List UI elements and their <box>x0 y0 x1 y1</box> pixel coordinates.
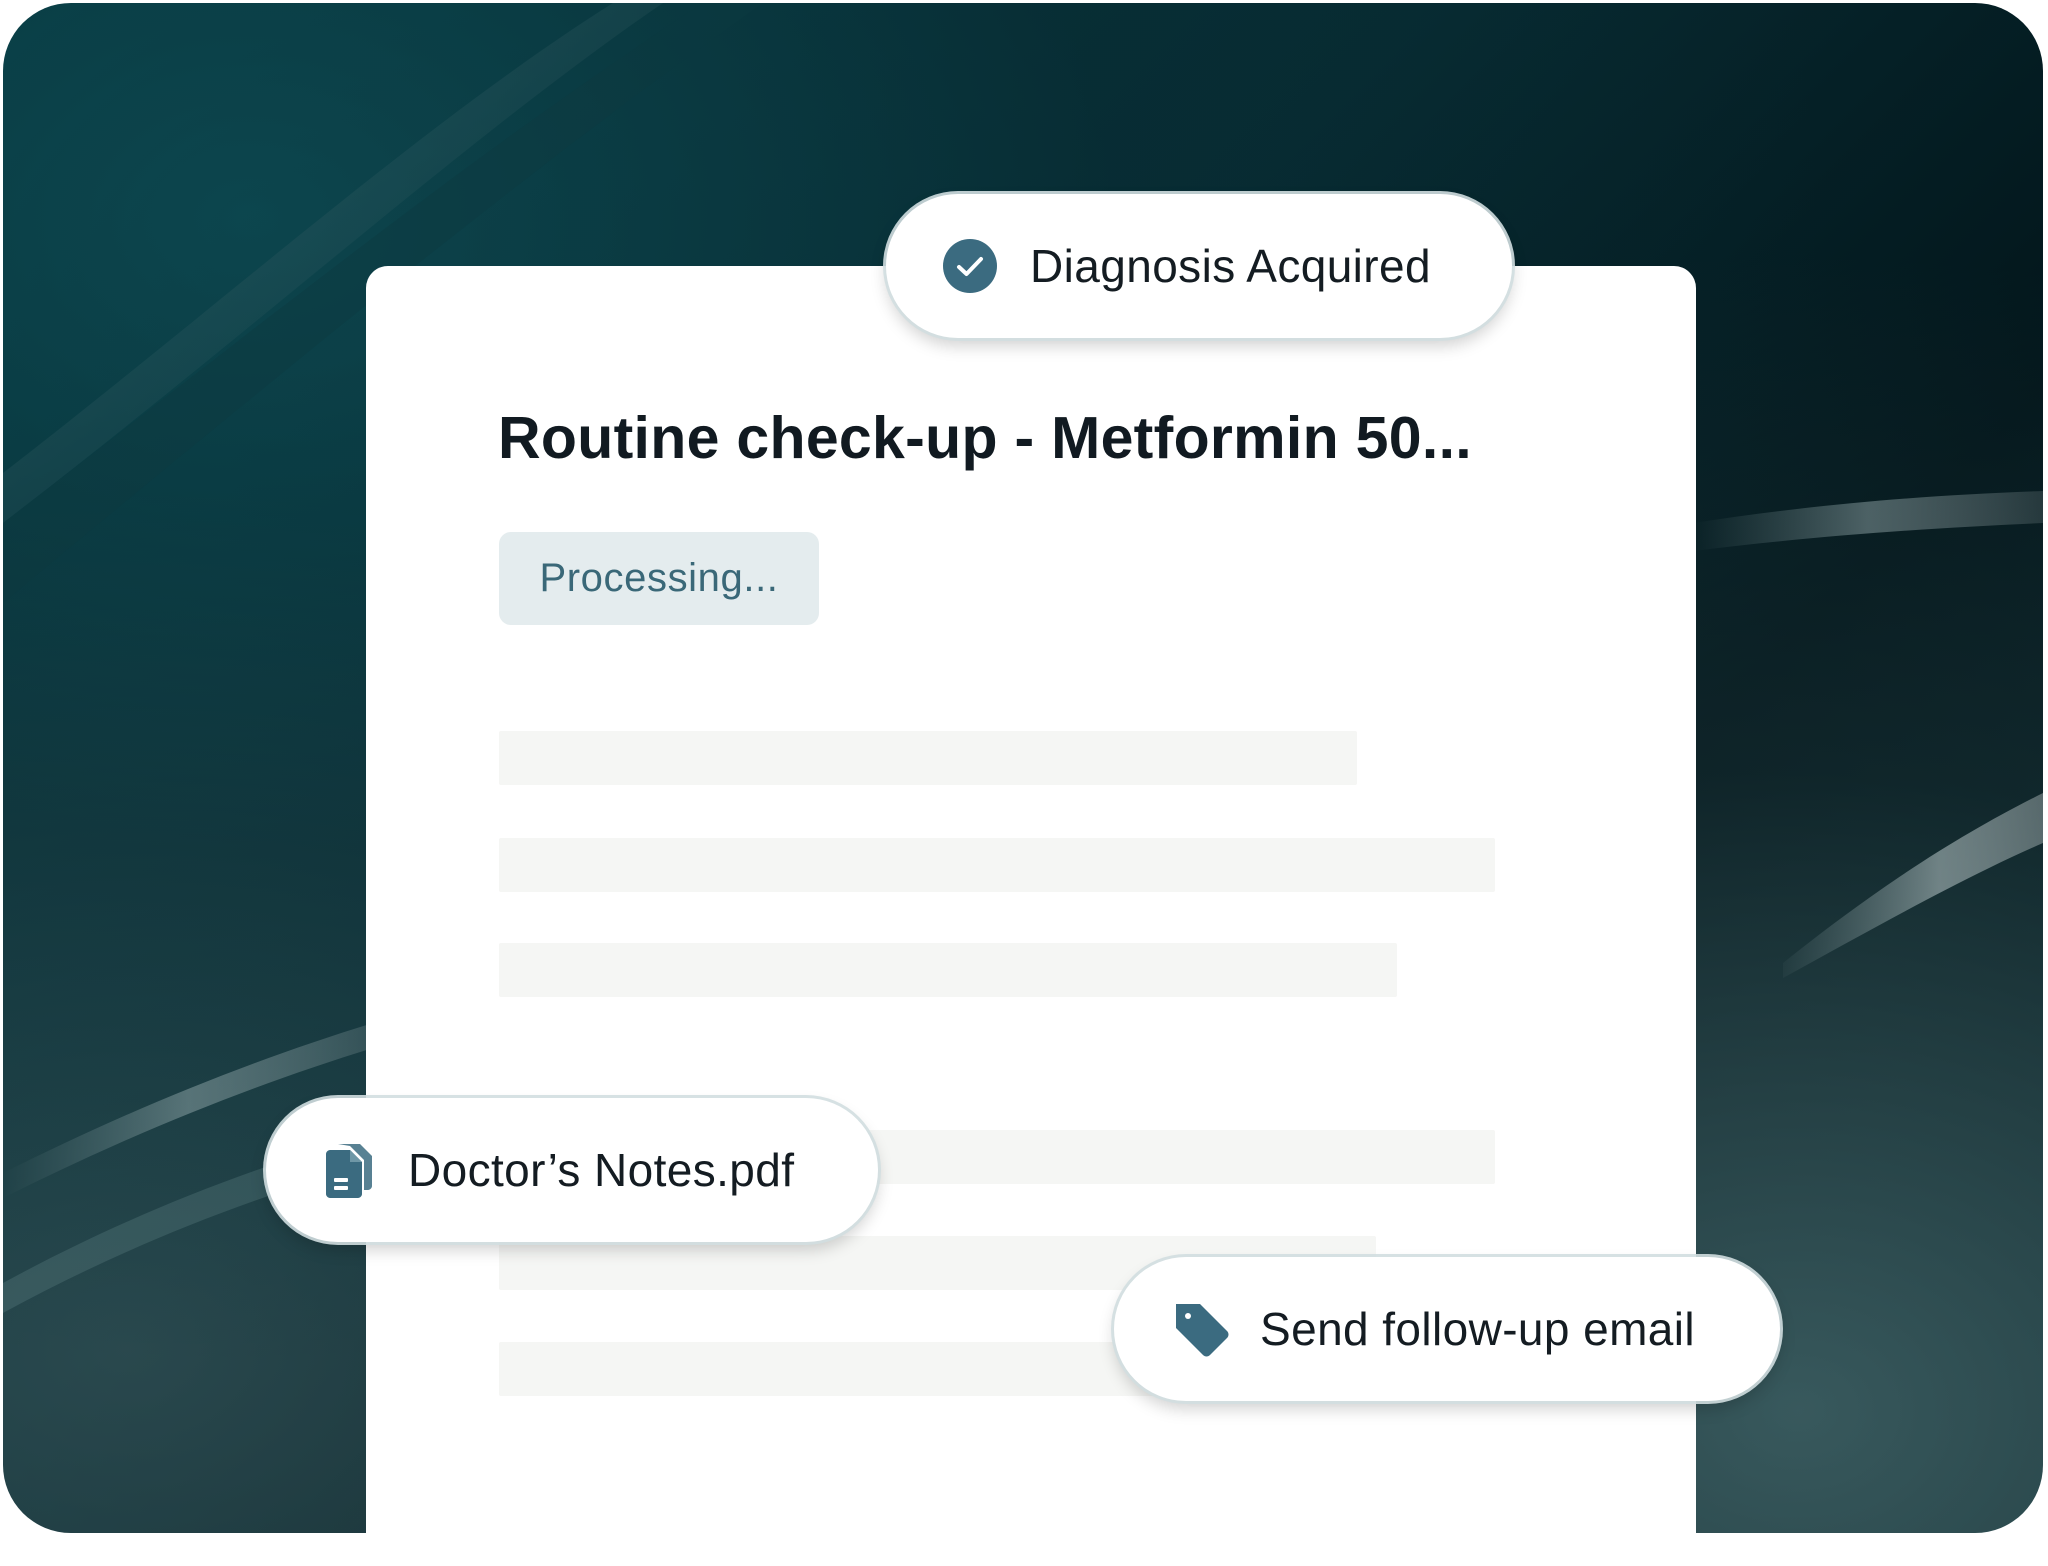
send-follow-up-email-label: Send follow-up email <box>1260 1303 1696 1355</box>
document-icon <box>324 1142 374 1198</box>
skeleton-line <box>499 943 1397 997</box>
skeleton-line <box>499 838 1495 892</box>
tag-icon <box>1172 1300 1230 1358</box>
skeleton-line <box>499 731 1357 785</box>
doctors-notes-filename: Doctor’s Notes.pdf <box>408 1144 795 1196</box>
check-circle-icon <box>942 238 998 294</box>
send-follow-up-email-button[interactable]: Send follow-up email <box>1114 1257 1780 1401</box>
document-title: Routine check-up - Metformin 50... <box>498 405 1472 471</box>
processing-status-badge: Processing... <box>499 532 819 625</box>
diagnosis-acquired-pill[interactable]: Diagnosis Acquired <box>886 194 1512 338</box>
diagnosis-acquired-label: Diagnosis Acquired <box>1030 240 1431 292</box>
doctors-notes-attachment[interactable]: Doctor’s Notes.pdf <box>266 1098 878 1242</box>
